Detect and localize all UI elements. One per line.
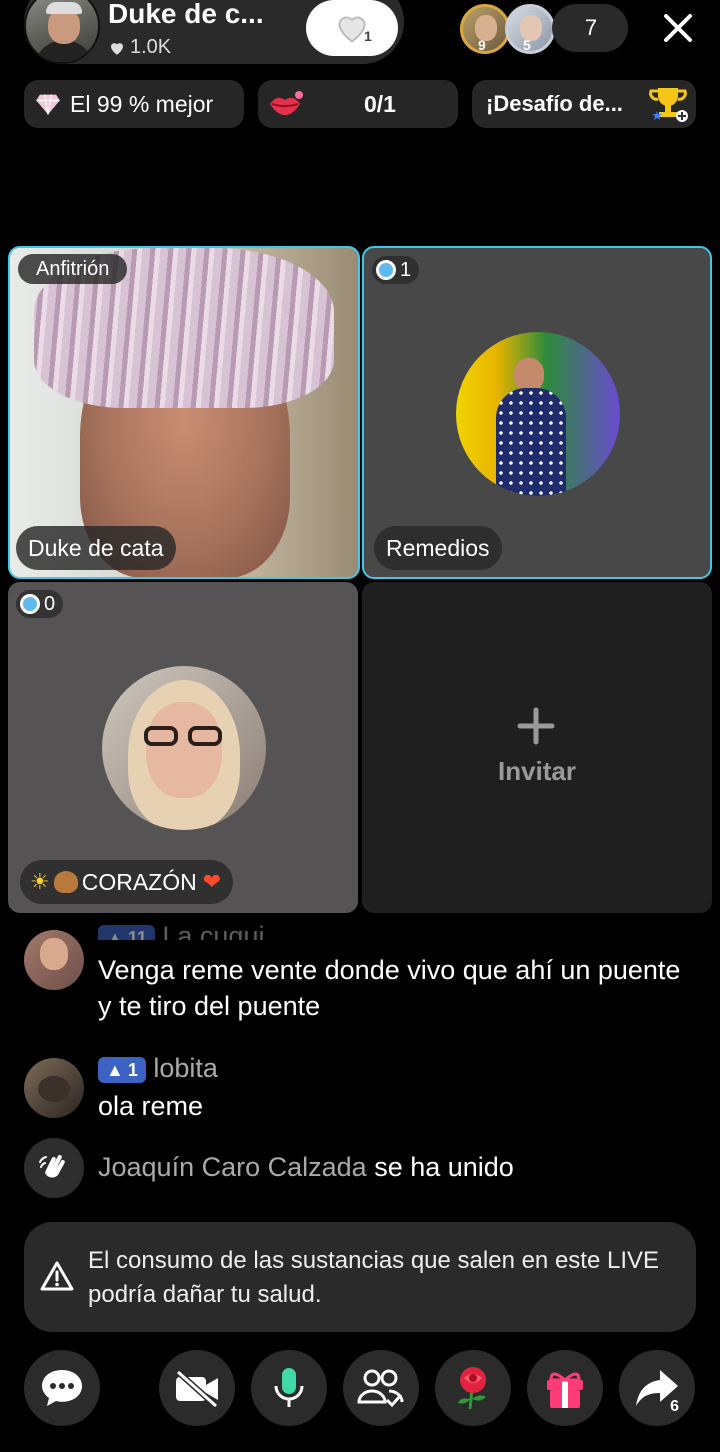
level-arrow-icon: ▲ <box>106 927 124 940</box>
flaming-heart-icon: ❤ <box>202 869 222 894</box>
rank-chip[interactable]: El 99 % mejor <box>24 80 244 128</box>
viewer-count[interactable]: 7 <box>552 4 628 52</box>
share-count: 6 <box>670 1398 679 1415</box>
goal-progress: 0/1 <box>364 90 396 117</box>
lips-icon <box>270 91 303 115</box>
chat-message: ▲ 1 lobita ola reme <box>98 1050 688 1124</box>
diamond-icon <box>36 94 60 115</box>
gear-icon <box>376 260 396 280</box>
chat-bubble-icon <box>42 1370 82 1406</box>
health-warning-banner: El consumo de las sustancias que salen e… <box>24 1222 696 1332</box>
people-check-icon <box>357 1369 404 1408</box>
warning-text: El consumo de las sustancias que salen e… <box>88 1247 660 1308</box>
level-badge: ▲ 11 <box>98 924 155 940</box>
gift-icon <box>547 1372 583 1408</box>
chat-message-text: ola reme <box>98 1091 204 1121</box>
wave-hand-icon <box>39 1154 65 1178</box>
chat-username[interactable]: Joaquín Caro Calzada <box>98 1152 367 1182</box>
comment-button[interactable] <box>24 1350 100 1426</box>
microphone-button[interactable] <box>251 1350 327 1426</box>
invite-tile[interactable]: Invitar <box>362 582 712 913</box>
share-button[interactable]: 6 <box>619 1350 695 1426</box>
host-video-tile[interactable]: Anfitrión Duke de cata <box>8 246 360 579</box>
host-name-label: Duke de cata <box>16 526 176 570</box>
chat-avatar[interactable] <box>24 1058 84 1118</box>
chat-avatar[interactable] <box>24 930 84 990</box>
follow-button[interactable]: 1 <box>306 0 398 56</box>
guest-avatar-corazon <box>102 666 266 830</box>
viewer-rank-badge: 9 <box>478 37 486 53</box>
host-tag: Anfitrión <box>18 254 128 284</box>
gear-icon <box>20 594 40 614</box>
top-viewer-avatar[interactable]: 5 <box>505 4 555 54</box>
guest-score: 0 <box>44 592 56 615</box>
rose-icon <box>458 1367 486 1410</box>
guest-tile-corazon[interactable]: 0 ☀ CORAZÓN ❤ <box>8 582 358 913</box>
squirrel-icon <box>53 871 78 893</box>
chat-message-text: Venga reme vente donde vivo que ahí un p… <box>98 955 681 1021</box>
guest-name-label: ☀ CORAZÓN ❤ <box>20 860 234 904</box>
sun-icon: ☀ <box>30 869 50 894</box>
heart-icon <box>111 42 123 55</box>
host-likes: 1.0K <box>108 36 171 59</box>
host-tag-label: Anfitrión <box>36 257 110 280</box>
guest-name-text: CORAZÓN <box>81 868 197 895</box>
camera-toggle-button[interactable] <box>159 1350 235 1426</box>
invite-label: Invitar <box>497 756 577 786</box>
challenge-label: ¡Desafío de... <box>486 91 623 116</box>
host-name[interactable]: Duke de c... <box>108 0 264 30</box>
guest-avatar-remedios <box>456 332 620 496</box>
trophy-icon <box>649 88 688 122</box>
challenge-chip[interactable]: ¡Desafío de... <box>472 80 696 128</box>
guest-score-badge: 0 <box>16 590 64 618</box>
top-viewer-avatar[interactable]: 9 <box>460 4 510 54</box>
gift-button[interactable] <box>527 1350 603 1426</box>
join-avatar <box>24 1138 84 1198</box>
guest-score: 1 <box>400 258 412 281</box>
guest-tile-remedios[interactable]: 1 Remedios <box>362 246 712 579</box>
host-avatar[interactable] <box>24 0 100 64</box>
guest-name-label: Remedios <box>374 526 502 570</box>
warning-icon <box>40 1261 74 1291</box>
rose-gift-button[interactable] <box>435 1350 511 1426</box>
guests-button[interactable] <box>343 1350 419 1426</box>
follow-count: 1 <box>364 28 372 44</box>
microphone-icon <box>274 1368 304 1407</box>
goal-chip[interactable]: 0/1 <box>258 80 458 128</box>
chat-username[interactable]: lobita <box>153 1053 218 1083</box>
chat-message: ▲ 11 La cuqui Venga reme vente donde vivo… <box>98 922 688 1024</box>
level-badge: ▲ 1 <box>98 1056 146 1083</box>
plus-icon <box>517 707 555 745</box>
guest-name-text: Remedios <box>386 534 490 561</box>
guest-score-badge: 1 <box>372 256 420 284</box>
host-likes-count: 1.0K <box>130 36 172 58</box>
join-notice: Joaquín Caro Calzada se ha unido <box>98 1149 698 1185</box>
join-text: se ha unido <box>374 1152 514 1182</box>
viewer-rank-badge: 5 <box>523 37 531 53</box>
camera-off-icon <box>175 1369 219 1408</box>
close-icon[interactable] <box>658 8 698 48</box>
chat-list[interactable]: ▲ 11 La cuqui Venga reme vente donde vivo… <box>0 922 720 1212</box>
rank-label: El 99 % mejor <box>70 90 214 117</box>
host-name-text: Duke de cata <box>28 534 164 561</box>
chat-username[interactable]: La cuqui <box>162 922 264 940</box>
level-arrow-icon: ▲ <box>106 1059 124 1080</box>
